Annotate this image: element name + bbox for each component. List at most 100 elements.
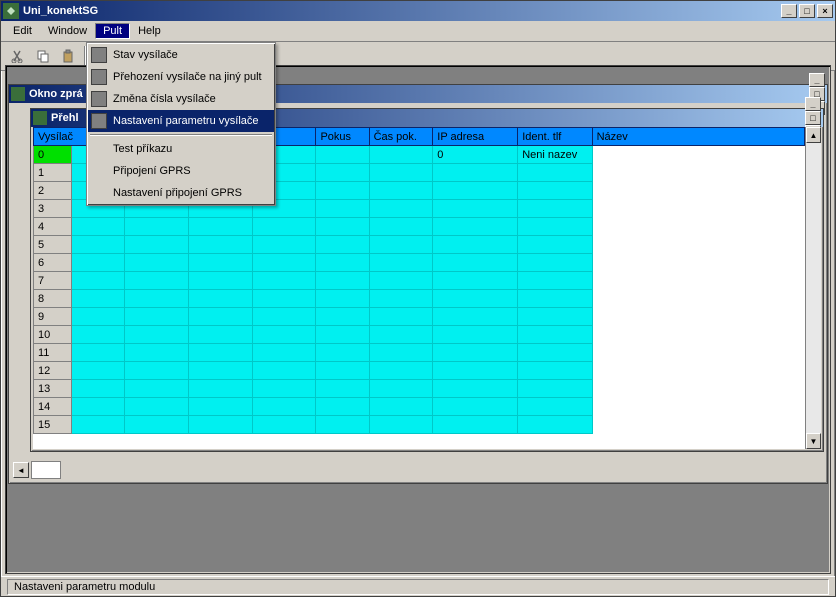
cell[interactable] [125, 416, 189, 434]
row-header[interactable]: 5 [34, 236, 72, 254]
row-header[interactable]: 12 [34, 362, 72, 380]
cell[interactable] [125, 326, 189, 344]
cell[interactable] [316, 416, 369, 434]
cell[interactable] [125, 254, 189, 272]
cell[interactable] [433, 164, 518, 182]
cell[interactable] [72, 254, 125, 272]
cell[interactable] [252, 362, 316, 380]
cell[interactable] [72, 380, 125, 398]
menu-item-1[interactable]: Přehození vysílače na jiný pult [88, 66, 274, 88]
cell[interactable] [433, 182, 518, 200]
cell[interactable] [369, 200, 433, 218]
cell[interactable] [72, 290, 125, 308]
cell[interactable]: 0 [433, 146, 518, 164]
cell[interactable] [518, 254, 592, 272]
cell[interactable] [125, 236, 189, 254]
cell[interactable] [316, 398, 369, 416]
cell[interactable] [316, 380, 369, 398]
cell[interactable] [125, 308, 189, 326]
cell[interactable] [518, 272, 592, 290]
cell[interactable] [189, 290, 253, 308]
table-row[interactable]: 11 [34, 344, 805, 362]
col-header-7[interactable]: Ident. tlf [518, 128, 592, 146]
cell[interactable] [518, 344, 592, 362]
cell[interactable] [433, 398, 518, 416]
cell[interactable] [518, 182, 592, 200]
cell[interactable] [518, 398, 592, 416]
row-header[interactable]: 9 [34, 308, 72, 326]
cell[interactable] [433, 272, 518, 290]
cell[interactable] [189, 236, 253, 254]
col-header-6[interactable]: IP adresa [433, 128, 518, 146]
child-front-minimize-button[interactable]: _ [805, 97, 821, 111]
cell[interactable] [316, 236, 369, 254]
menu-item-7[interactable]: Nastavení připojení GPRS [88, 182, 274, 204]
cell[interactable] [72, 416, 125, 434]
row-header[interactable]: 6 [34, 254, 72, 272]
table-row[interactable]: 10 [34, 326, 805, 344]
cell[interactable] [316, 344, 369, 362]
cell[interactable] [369, 380, 433, 398]
cell[interactable] [369, 272, 433, 290]
cell[interactable] [252, 290, 316, 308]
cell[interactable] [433, 218, 518, 236]
cell[interactable] [252, 236, 316, 254]
cell[interactable] [433, 380, 518, 398]
cell[interactable] [125, 362, 189, 380]
row-header[interactable]: 2 [34, 182, 72, 200]
cell[interactable] [433, 200, 518, 218]
table-row[interactable]: 15 [34, 416, 805, 434]
cell[interactable] [252, 326, 316, 344]
cell[interactable] [252, 218, 316, 236]
cell[interactable] [316, 200, 369, 218]
cell[interactable] [316, 308, 369, 326]
cell[interactable] [125, 272, 189, 290]
cut-icon[interactable] [7, 45, 29, 67]
cell[interactable] [369, 326, 433, 344]
cell[interactable] [316, 362, 369, 380]
table-row[interactable]: 8 [34, 290, 805, 308]
cell[interactable] [72, 362, 125, 380]
cell[interactable] [252, 416, 316, 434]
menu-window[interactable]: Window [40, 23, 95, 39]
menu-edit[interactable]: Edit [5, 23, 40, 39]
cell[interactable] [369, 182, 433, 200]
cell[interactable] [518, 380, 592, 398]
cell[interactable] [316, 164, 369, 182]
cell[interactable] [72, 326, 125, 344]
cell[interactable] [316, 254, 369, 272]
close-button[interactable]: × [817, 4, 833, 18]
cell[interactable] [369, 344, 433, 362]
cell[interactable] [518, 236, 592, 254]
menu-item-2[interactable]: Změna čísla vysílače [88, 88, 274, 110]
cell[interactable] [125, 398, 189, 416]
row-header[interactable]: 4 [34, 218, 72, 236]
table-row[interactable]: 13 [34, 380, 805, 398]
cell[interactable] [316, 182, 369, 200]
cell[interactable] [518, 362, 592, 380]
cell[interactable] [252, 272, 316, 290]
scroll-track[interactable] [806, 143, 821, 433]
cell[interactable] [518, 164, 592, 182]
row-header[interactable]: 8 [34, 290, 72, 308]
table-row[interactable]: 4 [34, 218, 805, 236]
scroll-left-icon[interactable]: ◄ [13, 462, 29, 478]
menu-item-3[interactable]: Nastavení parametru vysílače [88, 110, 274, 132]
cell[interactable] [369, 146, 433, 164]
cell[interactable] [433, 308, 518, 326]
cell[interactable] [433, 254, 518, 272]
cell[interactable] [316, 146, 369, 164]
child-front-maximize-button[interactable]: □ [805, 111, 821, 125]
cell[interactable] [433, 236, 518, 254]
cell[interactable] [189, 308, 253, 326]
cell[interactable] [369, 398, 433, 416]
menu-help[interactable]: Help [130, 23, 169, 39]
child-back-minimize-button[interactable]: _ [809, 73, 825, 87]
cell[interactable] [316, 272, 369, 290]
cell[interactable] [252, 308, 316, 326]
row-header[interactable]: 7 [34, 272, 72, 290]
menu-item-0[interactable]: Stav vysílače [88, 44, 274, 66]
cell[interactable] [518, 308, 592, 326]
paste-icon[interactable] [57, 45, 79, 67]
cell[interactable] [72, 236, 125, 254]
